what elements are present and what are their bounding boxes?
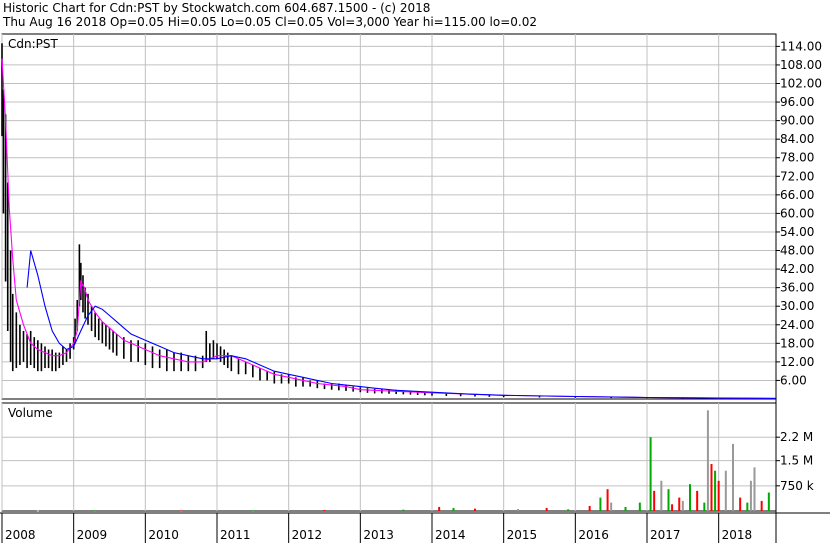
- volume-bar: [671, 504, 674, 511]
- volume-bar: [323, 509, 326, 511]
- x-tick-label: 2008: [5, 528, 36, 542]
- x-tick-label: 2013: [363, 528, 394, 542]
- y-tick-label: 24.00: [780, 318, 814, 332]
- price-plot-frame: [1, 33, 777, 400]
- volume-bar: [703, 502, 706, 511]
- volume-bar: [710, 464, 713, 511]
- volume-bar: [732, 443, 734, 511]
- volume-bar: [402, 509, 405, 511]
- volume-bar: [696, 490, 699, 511]
- volume-bar: [714, 470, 717, 511]
- volume-tick-label: 750 k: [780, 479, 814, 493]
- x-tick-label: 2015: [507, 528, 538, 542]
- volume-panel: 750 k 1.5 M 2.2 M Volume: [1, 402, 814, 512]
- volume-bar: [660, 480, 663, 511]
- x-tick-label: 2016: [578, 528, 609, 542]
- y-tick-label: 36.00: [780, 281, 814, 295]
- y-tick-label: 66.00: [780, 188, 814, 202]
- volume-bar: [438, 506, 441, 511]
- x-tick-label: 2011: [220, 528, 251, 542]
- y-tick-label: 6.00: [780, 373, 807, 387]
- volume-bar: [767, 492, 770, 511]
- volume-panel-title: Volume: [8, 406, 53, 420]
- x-tick-label: 2017: [650, 528, 681, 542]
- y-tick-label: 18.00: [780, 336, 814, 350]
- volume-bar: [606, 489, 609, 511]
- volume-bar: [724, 470, 727, 511]
- volume-bar: [653, 490, 656, 511]
- volume-bar: [667, 489, 670, 511]
- volume-bar: [452, 507, 455, 511]
- volume-plot-frame: [1, 402, 777, 512]
- y-tick-label: 108.00: [780, 58, 822, 72]
- volume-bar: [717, 480, 720, 511]
- y-tick-label: 78.00: [780, 151, 814, 165]
- volume-bar: [94, 510, 97, 512]
- volume-bar: [517, 508, 519, 511]
- y-tick-label: 60.00: [780, 206, 814, 220]
- stock-chart: 6.00 12.00 18.00 24.00 30.00 36.00 42.00 48.00 5…: [0, 33, 830, 543]
- x-tick-label: 2014: [435, 528, 466, 542]
- volume-bar: [545, 507, 548, 511]
- y-tick-label: 42.00: [780, 262, 814, 276]
- volume-bar: [689, 484, 691, 511]
- volume-bar: [474, 508, 476, 511]
- x-tick-label: 2012: [292, 528, 323, 542]
- volume-bar: [760, 500, 763, 511]
- x-tick-label: 2018: [722, 528, 753, 542]
- volume-bar: [753, 467, 756, 511]
- x-tick-label: 2010: [148, 528, 179, 542]
- y-tick-label: 84.00: [780, 132, 814, 146]
- volume-bar: [739, 497, 742, 511]
- y-tick-label: 90.00: [780, 114, 814, 128]
- volume-bar: [638, 502, 641, 511]
- price-panel: 6.00 12.00 18.00 24.00 30.00 36.00 42.00 48.00 5…: [1, 33, 822, 400]
- x-tick-label: 2009: [77, 528, 108, 542]
- price-panel-title: Cdn:PST: [8, 37, 58, 51]
- y-tick-label: 96.00: [780, 95, 814, 109]
- volume-bar: [706, 410, 709, 511]
- y-tick-label: 12.00: [780, 355, 814, 369]
- volume-bar: [624, 506, 627, 511]
- volume-bar: [567, 509, 570, 511]
- volume-bar: [599, 497, 602, 511]
- volume-bar: [649, 437, 652, 511]
- volume-bar: [36, 510, 39, 512]
- y-tick-label: 72.00: [780, 169, 814, 183]
- volume-bar: [251, 510, 254, 512]
- y-tick-label: 30.00: [780, 299, 814, 313]
- y-tick-label: 114.00: [780, 39, 822, 53]
- volume-bar: [746, 502, 749, 511]
- y-tick-label: 48.00: [780, 244, 814, 258]
- y-tick-label: 102.00: [780, 76, 822, 90]
- volume-tick-label: 1.5 M: [780, 454, 813, 468]
- volume-bar: [749, 480, 752, 511]
- volume-tick-label: 2.2 M: [780, 430, 813, 444]
- volume-bar: [610, 502, 613, 511]
- volume-bar: [180, 510, 183, 512]
- volume-bar: [588, 505, 591, 511]
- volume-bar: [681, 500, 684, 511]
- y-tick-label: 54.00: [780, 225, 814, 239]
- volume-bar: [678, 497, 681, 511]
